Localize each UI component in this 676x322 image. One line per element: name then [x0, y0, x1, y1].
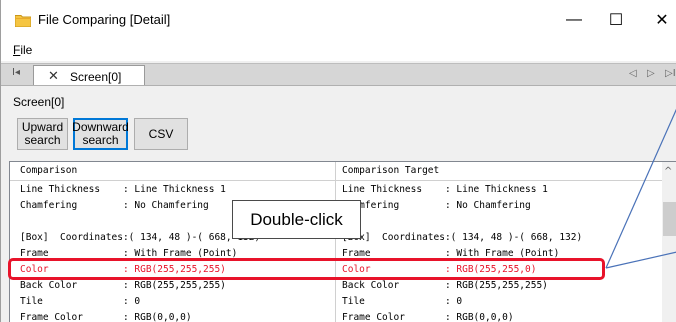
- upward-search-button[interactable]: Upward search: [17, 118, 68, 150]
- changed-row-highlight: [8, 258, 605, 280]
- row-target-cell: Tile : 0: [342, 296, 463, 307]
- tab-scroll-last-icon[interactable]: ▷I: [665, 68, 676, 79]
- tab-strip: I◂ ✕ Screen[0] ◁ ▷ ▷I: [1, 63, 676, 86]
- downward-search-button[interactable]: Downward search: [72, 118, 129, 150]
- window-title: File Comparing [Detail]: [38, 12, 171, 27]
- title-bar[interactable]: File Comparing [Detail] — ☐ ✕: [1, 0, 676, 40]
- list-row[interactable]: Back Color : RGB(255,255,255) Back Color …: [10, 279, 662, 294]
- row-comparison-cell: Frame Color : RGB(0,0,0): [20, 312, 192, 322]
- minimize-icon[interactable]: —: [563, 10, 585, 30]
- upward-search-label: Upward search: [21, 120, 64, 147]
- maximize-icon[interactable]: ☐: [605, 10, 627, 30]
- tab-label: Screen[0]: [70, 70, 122, 84]
- header-comparison-target: Comparison Target: [342, 165, 440, 176]
- tab-screen-0[interactable]: ✕ Screen[0]: [33, 65, 145, 86]
- row-target-cell: Chamfering : No Chamfering: [342, 200, 531, 211]
- scroll-up-icon[interactable]: ^: [664, 166, 672, 177]
- screen-label: Screen[0]: [13, 95, 65, 109]
- vertical-scrollbar[interactable]: ^: [662, 162, 676, 322]
- tab-close-icon[interactable]: ✕: [48, 68, 59, 84]
- comparison-list[interactable]: Comparison Comparison Target Line Thickn…: [9, 161, 676, 322]
- header-comparison: Comparison: [20, 165, 78, 176]
- close-icon[interactable]: ✕: [651, 10, 673, 30]
- list-row[interactable]: Line Thickness : Line Thickness 1 Line Th…: [10, 183, 662, 198]
- double-click-callout: Double-click: [232, 200, 361, 239]
- callout-text: Double-click: [250, 209, 343, 229]
- list-header: Comparison Comparison Target: [10, 164, 662, 179]
- csv-label: CSV: [148, 126, 174, 141]
- downward-search-label: Downward search: [72, 120, 129, 147]
- row-comparison-cell: Line Thickness : Line Thickness 1: [20, 184, 226, 195]
- row-target-cell: Line Thickness : Line Thickness 1: [342, 184, 548, 195]
- row-target-cell: Back Color : RGB(255,255,255): [342, 280, 548, 291]
- menu-file-label: ile: [20, 43, 33, 57]
- tab-scroll-first-icon[interactable]: I◂: [12, 67, 20, 78]
- csv-button[interactable]: CSV: [134, 118, 188, 150]
- tab-scroll-prev-icon[interactable]: ◁: [629, 68, 637, 79]
- row-comparison-cell: [Box] Coordinates:( 134, 48 )-( 668, 132…: [20, 232, 261, 243]
- tab-scroll-next-icon[interactable]: ▷: [647, 68, 655, 79]
- row-target-cell: [Box] Coordinates:( 134, 48 )-( 668, 132…: [342, 232, 583, 243]
- row-comparison-cell: Tile : 0: [20, 296, 141, 307]
- row-comparison-cell: Chamfering : No Chamfering: [20, 200, 209, 211]
- file-comparing-window: File Comparing [Detail] — ☐ ✕ File I◂ ✕ …: [0, 0, 676, 322]
- list-row[interactable]: Frame Color : RGB(0,0,0) Frame Color : RG…: [10, 311, 662, 322]
- menu-bar: File: [1, 40, 676, 61]
- scroll-thumb[interactable]: [663, 202, 676, 236]
- folder-icon: [15, 15, 31, 27]
- list-row[interactable]: Tile : 0 Tile : 0: [10, 295, 662, 310]
- row-target-cell: Frame Color : RGB(0,0,0): [342, 312, 514, 322]
- header-divider: [10, 180, 662, 181]
- menu-file[interactable]: File: [13, 43, 32, 57]
- row-comparison-cell: Back Color : RGB(255,255,255): [20, 280, 226, 291]
